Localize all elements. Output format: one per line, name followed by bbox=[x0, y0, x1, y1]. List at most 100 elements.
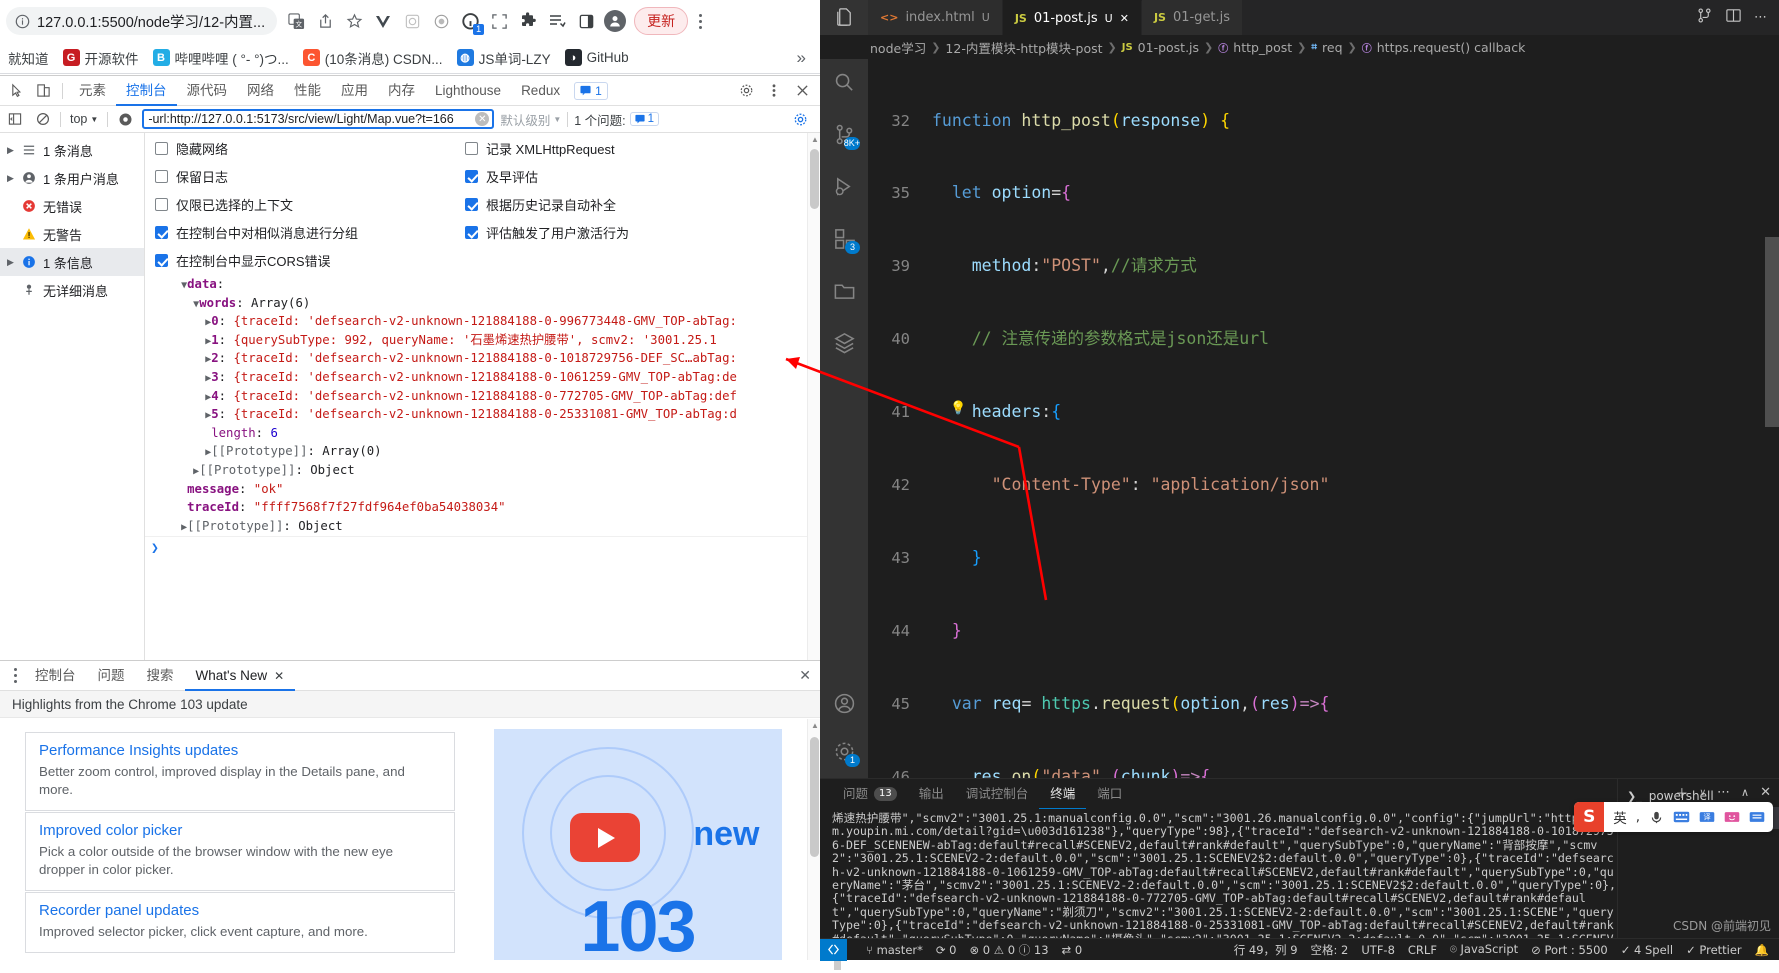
console-scrollbar-thumb[interactable] bbox=[810, 149, 819, 209]
chevron-right-icon[interactable]: ▶ bbox=[6, 173, 15, 184]
console-tree-row[interactable]: ▶[[Prototype]]: Object bbox=[145, 518, 820, 537]
console-tree-row[interactable]: ▶[[Prototype]]: Object bbox=[145, 462, 820, 481]
vue-devtools-icon[interactable] bbox=[370, 8, 396, 34]
devtools-more-icon[interactable] bbox=[761, 78, 787, 104]
expand-triangle-icon[interactable]: ▶ bbox=[145, 447, 211, 458]
checkbox-checked-icon[interactable] bbox=[155, 226, 168, 239]
emoji-icon[interactable] bbox=[1724, 810, 1740, 824]
checkbox-checked-icon[interactable] bbox=[465, 198, 478, 211]
checkbox-checked-icon[interactable] bbox=[465, 226, 478, 239]
statusbar-sync[interactable]: ⟳ 0 bbox=[936, 943, 957, 957]
breadcrumb-item-subfolder[interactable]: 12-内置模块-http模块-post bbox=[945, 38, 1102, 57]
problems-indicator[interactable]: 1 个问题: 1 bbox=[574, 110, 660, 129]
console-settings-gear-icon[interactable] bbox=[789, 108, 811, 130]
statusbar-branch[interactable]: ⑂ master* bbox=[866, 943, 923, 957]
expand-triangle-icon[interactable]: ▶ bbox=[145, 522, 187, 533]
panel-tab-debug-console[interactable]: 调试控制台 bbox=[955, 779, 1040, 809]
console-tree-row[interactable]: ▶[[Prototype]]: Array(0) bbox=[145, 443, 820, 462]
search-icon[interactable] bbox=[829, 67, 859, 97]
drawer-tab-search[interactable]: 搜索 bbox=[136, 661, 185, 691]
panel-tab-problems[interactable]: 问题 13 bbox=[832, 779, 908, 809]
console-filter-input[interactable]: -url:http://127.0.0.1:5173/src/view/Ligh… bbox=[142, 109, 495, 129]
checkbox-unchecked-icon[interactable] bbox=[465, 142, 478, 155]
console-tree-row[interactable]: ▶5: {traceId: 'defsearch-v2-unknown-1218… bbox=[145, 406, 820, 425]
checkbox-unchecked-icon[interactable] bbox=[155, 198, 168, 211]
account-icon[interactable] bbox=[829, 688, 859, 718]
statusbar-ports[interactable]: ⇄ 0 bbox=[1062, 943, 1083, 957]
share-icon[interactable] bbox=[312, 8, 338, 34]
inspect-element-icon[interactable] bbox=[4, 78, 30, 104]
sidebar-item-messages[interactable]: ▶ 1 条消息 bbox=[0, 136, 144, 164]
ime-menu-icon[interactable] bbox=[1749, 810, 1765, 824]
setting-log-xhr[interactable]: 记录 XMLHttpRequest bbox=[465, 139, 629, 158]
split-dropdown-icon[interactable]: ∨ bbox=[1699, 788, 1706, 798]
console-tree-row[interactable]: ▼words: Array(6) bbox=[145, 295, 820, 314]
collapse-triangle-icon[interactable]: ▼ bbox=[145, 280, 187, 291]
update-button[interactable]: 更新 bbox=[634, 7, 689, 35]
console-tree-row[interactable]: ▼data: bbox=[145, 276, 820, 295]
sogou-logo-icon[interactable]: S bbox=[1574, 802, 1605, 832]
layers-icon[interactable] bbox=[829, 327, 859, 357]
code-line[interactable]: 46 res.on("data",(chunk)=>{ bbox=[868, 765, 1779, 778]
tab-network[interactable]: 网络 bbox=[237, 76, 284, 106]
statusbar-encoding[interactable]: UTF-8 bbox=[1361, 943, 1395, 957]
tab-performance[interactable]: 性能 bbox=[284, 76, 331, 106]
bookmark-item[interactable]: G 开源软件 bbox=[62, 48, 139, 68]
mic-icon[interactable] bbox=[1649, 810, 1664, 825]
console-sidebar-toggle-icon[interactable] bbox=[4, 108, 26, 130]
setting-group-similar[interactable]: 在控制台中对相似消息进行分组 bbox=[155, 223, 465, 242]
checkbox-checked-icon[interactable] bbox=[465, 170, 478, 183]
setting-hide-network[interactable]: 隐藏网络 bbox=[155, 139, 465, 158]
bookmark-item[interactable]: 就知道 bbox=[8, 48, 49, 68]
editor-tab-01-get-js[interactable]: JS 01-get.js bbox=[1141, 0, 1244, 35]
statusbar-notifications-bell-icon[interactable]: 🔔 bbox=[1755, 943, 1769, 957]
editor-tab-index-html[interactable]: <> index.html U bbox=[868, 0, 1003, 35]
console-tree-row[interactable]: ▶3: {traceId: 'defsearch-v2-unknown-1218… bbox=[145, 369, 820, 388]
drawer-tab-issues[interactable]: 问题 bbox=[87, 661, 136, 691]
setting-show-cors-errors[interactable]: 在控制台中显示CORS错误 bbox=[155, 251, 465, 270]
site-info-icon[interactable] bbox=[15, 14, 30, 29]
editor-tab-01-post-js[interactable]: JS 01-post.js U ✕ bbox=[1002, 0, 1142, 35]
panel-tab-output[interactable]: 输出 bbox=[908, 779, 955, 809]
sidebar-item-info[interactable]: ▶ 1 条信息 bbox=[0, 248, 144, 276]
execution-context-dropdown[interactable]: top ▼ bbox=[67, 112, 101, 126]
drawer-scrollbar[interactable]: ▲ bbox=[807, 719, 820, 960]
bookmark-item[interactable]: B 哔哩哔哩 ( °- °)つ... bbox=[152, 48, 289, 68]
checkbox-unchecked-icon[interactable] bbox=[155, 170, 168, 183]
tab-application[interactable]: 应用 bbox=[331, 76, 378, 106]
bookmarks-overflow-icon[interactable]: » bbox=[797, 48, 812, 68]
code-line[interactable]: 42 "Content-Type": "application/json" bbox=[868, 473, 1779, 497]
close-icon[interactable]: ✕ bbox=[274, 661, 284, 691]
scroll-up-icon[interactable]: ▲ bbox=[811, 135, 819, 144]
expand-triangle-icon[interactable]: ▶ bbox=[145, 410, 211, 421]
chevron-right-icon[interactable]: ▶ bbox=[6, 257, 15, 268]
clear-console-icon[interactable] bbox=[32, 108, 54, 130]
more-icon[interactable]: ⋯ bbox=[1717, 785, 1730, 800]
card-title[interactable]: Performance Insights updates bbox=[39, 742, 441, 759]
checkbox-unchecked-icon[interactable] bbox=[155, 142, 168, 155]
bookmark-item[interactable]: ◍ JS单词-LZY bbox=[456, 48, 551, 68]
expand-triangle-icon[interactable]: ▶ bbox=[145, 354, 211, 365]
run-debug-icon[interactable] bbox=[829, 171, 859, 201]
sidebar-item-warnings[interactable]: 无警告 bbox=[0, 220, 144, 248]
whats-new-card[interactable]: Performance Insights updates Better zoom… bbox=[25, 732, 455, 811]
panel-tab-terminal[interactable]: 终端 bbox=[1039, 779, 1086, 809]
code-line[interactable]: 32 function http_post(response) { bbox=[868, 109, 1779, 133]
statusbar-problems[interactable]: ⊗ 0 ⚠ 0 ⓘ 13 bbox=[970, 942, 1049, 958]
clear-filter-icon[interactable]: ✕ bbox=[475, 112, 490, 126]
drawer-scrollbar-thumb[interactable] bbox=[810, 737, 819, 857]
setting-autocomplete-history[interactable]: 根据历史记录自动补全 bbox=[465, 195, 629, 214]
editor-scrollbar[interactable] bbox=[1765, 59, 1779, 778]
puzzle-extensions-icon[interactable] bbox=[515, 8, 541, 34]
drawer-tab-whats-new[interactable]: What's New ✕ bbox=[185, 661, 296, 691]
code-line[interactable]: 40 // 注意传递的参数格式是json还是url bbox=[868, 327, 1779, 351]
drawer-close-icon[interactable]: ✕ bbox=[799, 667, 820, 684]
issues-counter-badge[interactable]: 1 bbox=[574, 81, 608, 100]
card-title[interactable]: Recorder panel updates bbox=[39, 902, 441, 919]
statusbar-spell-checker[interactable]: ✓ 4 Spell bbox=[1621, 943, 1673, 957]
tab-lighthouse[interactable]: Lighthouse bbox=[425, 76, 511, 106]
drawer-tab-console[interactable]: 控制台 bbox=[24, 661, 87, 691]
statusbar-language-mode[interactable]: ⌾ JavaScript bbox=[1450, 942, 1518, 957]
console-tree-row[interactable]: ▶4: {traceId: 'defsearch-v2-unknown-1218… bbox=[145, 388, 820, 407]
statusbar-cursor-position[interactable]: 行 49，列 9 bbox=[1234, 942, 1298, 958]
